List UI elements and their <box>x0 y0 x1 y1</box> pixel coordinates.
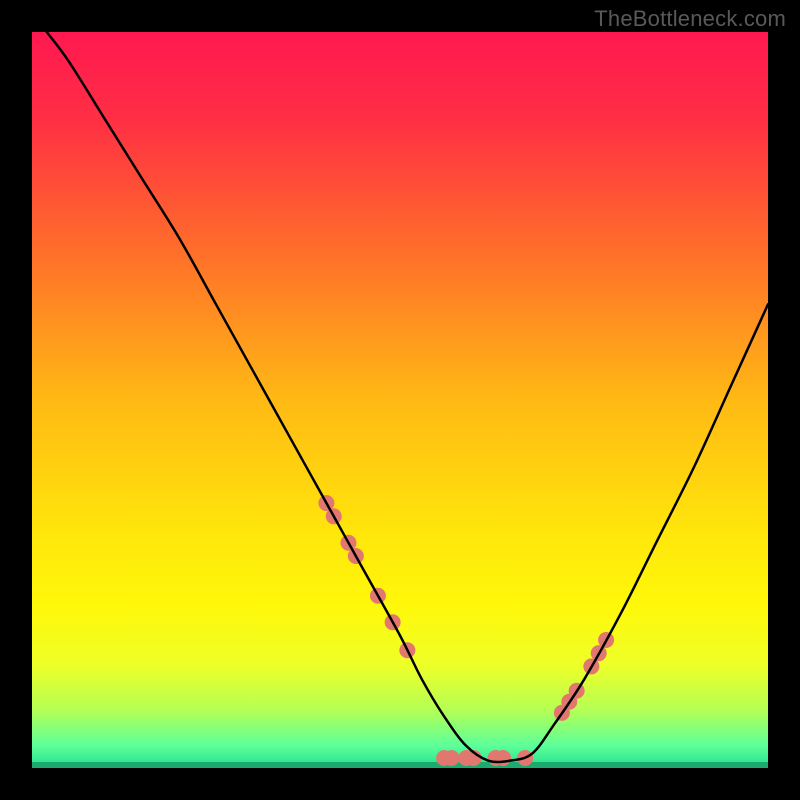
plot-background <box>32 32 768 768</box>
bottleneck-chart <box>0 0 800 800</box>
plot-baseline-band <box>32 762 768 768</box>
watermark-text: TheBottleneck.com <box>594 6 786 32</box>
chart-stage: TheBottleneck.com <box>0 0 800 800</box>
data-marker <box>444 750 460 766</box>
data-marker <box>495 750 511 766</box>
